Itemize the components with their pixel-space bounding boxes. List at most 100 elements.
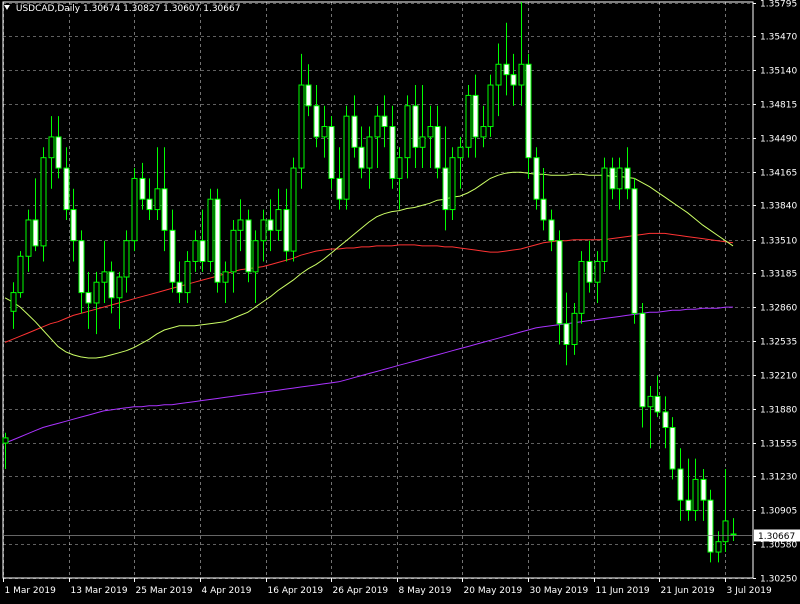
bear-candle-body <box>336 177 343 200</box>
candle <box>465 85 472 158</box>
candle <box>343 105 350 210</box>
bull-candle-body <box>692 478 699 512</box>
bull-candle-body <box>594 260 601 283</box>
bull-candle-body <box>290 167 297 252</box>
bull-candle-body <box>465 94 472 148</box>
candle <box>131 168 138 252</box>
x-tick-label: 4 Apr 2019 <box>202 586 252 596</box>
bear-candle-body <box>654 395 661 413</box>
bull-candle-body <box>184 260 191 294</box>
x-tick-label: 25 Mar 2019 <box>136 586 193 596</box>
bull-candle-body <box>487 84 494 128</box>
y-tick-label: 1.31880 <box>760 406 797 416</box>
bear-candle-body <box>624 167 631 190</box>
bear-candle-body <box>358 146 365 169</box>
bull-candle-body <box>647 395 654 408</box>
candle <box>601 157 608 272</box>
candle <box>578 251 585 324</box>
bear-candle-body <box>267 219 274 231</box>
y-tick-label: 1.34165 <box>760 169 797 179</box>
y-tick-label: 1.34490 <box>760 135 797 145</box>
x-tick-label: 11 Jun 2019 <box>596 586 650 596</box>
x-tick-label: 26 Apr 2019 <box>333 586 389 596</box>
bear-candle-body <box>85 292 92 304</box>
x-tick-label: 8 May 2019 <box>399 586 452 596</box>
bull-candle-body <box>480 126 487 138</box>
bear-candle-body <box>540 198 547 221</box>
y-tick-label: 1.32535 <box>760 338 797 348</box>
bull-candle-body <box>252 240 259 273</box>
bear-candle-body <box>139 177 146 200</box>
bear-candle-body <box>214 198 221 283</box>
bull-candle-body <box>571 312 578 345</box>
symbol-label: USDCAD,Daily <box>15 4 81 14</box>
bear-candle-body <box>563 323 570 345</box>
y-tick-label: 1.31555 <box>760 440 797 450</box>
bear-candle-body <box>176 281 183 294</box>
x-tick-label: 16 Apr 2019 <box>268 586 324 596</box>
bull-candle-body <box>616 167 623 190</box>
bull-candle-body <box>578 260 585 314</box>
bull-candle-body <box>154 188 161 211</box>
bear-candle-body <box>677 468 684 501</box>
bear-candle-body <box>434 126 441 169</box>
bear-candle-body <box>631 188 638 314</box>
bear-candle-body <box>730 533 737 536</box>
y-tick-label: 1.35140 <box>760 67 797 77</box>
bull-candle-body <box>419 136 426 148</box>
y-tick-label: 1.32210 <box>760 372 797 382</box>
bull-candle-body <box>427 126 434 138</box>
bull-candle-body <box>343 115 350 200</box>
bull-candle-body <box>722 520 729 543</box>
bull-candle-body <box>123 240 130 278</box>
bear-candle-body <box>510 74 517 86</box>
ohlc-label: 1.30674 1.30827 1.30607 1.30667 <box>83 4 241 14</box>
bull-candle-body <box>192 240 199 262</box>
bull-candle-body <box>404 105 411 159</box>
bull-candle-body <box>449 157 456 211</box>
y-tick-label: 1.33510 <box>760 237 797 247</box>
candle <box>290 157 297 262</box>
bear-candle-body <box>108 271 115 299</box>
bull-candle-body <box>715 541 722 553</box>
bull-candle-body <box>101 271 108 283</box>
bull-candle-body <box>131 177 138 242</box>
bear-candle-body <box>533 157 540 200</box>
bull-candle-body <box>48 136 55 159</box>
x-tick-label: 3 Jul 2019 <box>727 586 772 596</box>
x-tick-label: 20 May 2019 <box>464 586 523 596</box>
bear-candle-body <box>707 499 714 553</box>
bull-candle-body <box>374 115 381 138</box>
candle <box>214 188 221 293</box>
bull-candle-body <box>93 281 100 304</box>
bear-candle-body <box>305 84 312 107</box>
chart-svg: 1.35795 1.35470 1.35140 1.34815 1.34490 1.341… <box>0 0 800 600</box>
bear-candle-body <box>328 126 335 179</box>
dropdown-arrow-icon[interactable] <box>4 5 10 10</box>
bull-candle-body <box>222 271 229 283</box>
y-tick-label: 1.34815 <box>760 101 797 111</box>
bull-candle-body <box>40 157 47 247</box>
candle <box>631 178 638 324</box>
bull-candle-body <box>601 167 608 262</box>
y-tick-label: 1.32860 <box>760 304 797 314</box>
bear-candle-body <box>669 427 676 470</box>
bear-candle-body <box>32 219 39 247</box>
bull-candle-body <box>495 63 502 86</box>
bear-candle-body <box>63 167 70 211</box>
bear-candle-body <box>525 63 532 159</box>
bull-candle-body <box>396 157 403 179</box>
bull-candle-body <box>116 276 123 299</box>
chart-header: USDCAD,Daily 1.30674 1.30827 1.30607 1.3… <box>4 4 240 14</box>
bear-candle-body <box>586 260 593 283</box>
bull-candle-body <box>260 219 267 242</box>
candlestick-chart[interactable]: 1.35795 1.35470 1.35140 1.34815 1.34490 1.341… <box>0 0 800 600</box>
x-tick-label: 13 Mar 2019 <box>71 586 128 596</box>
bull-candle-body <box>457 146 464 159</box>
bear-candle-body <box>389 126 396 179</box>
candle <box>40 147 47 262</box>
bull-candle-body <box>25 219 32 257</box>
bear-candle-body <box>161 188 168 231</box>
bull-candle-body <box>321 126 328 138</box>
bull-candle-body <box>518 63 525 86</box>
